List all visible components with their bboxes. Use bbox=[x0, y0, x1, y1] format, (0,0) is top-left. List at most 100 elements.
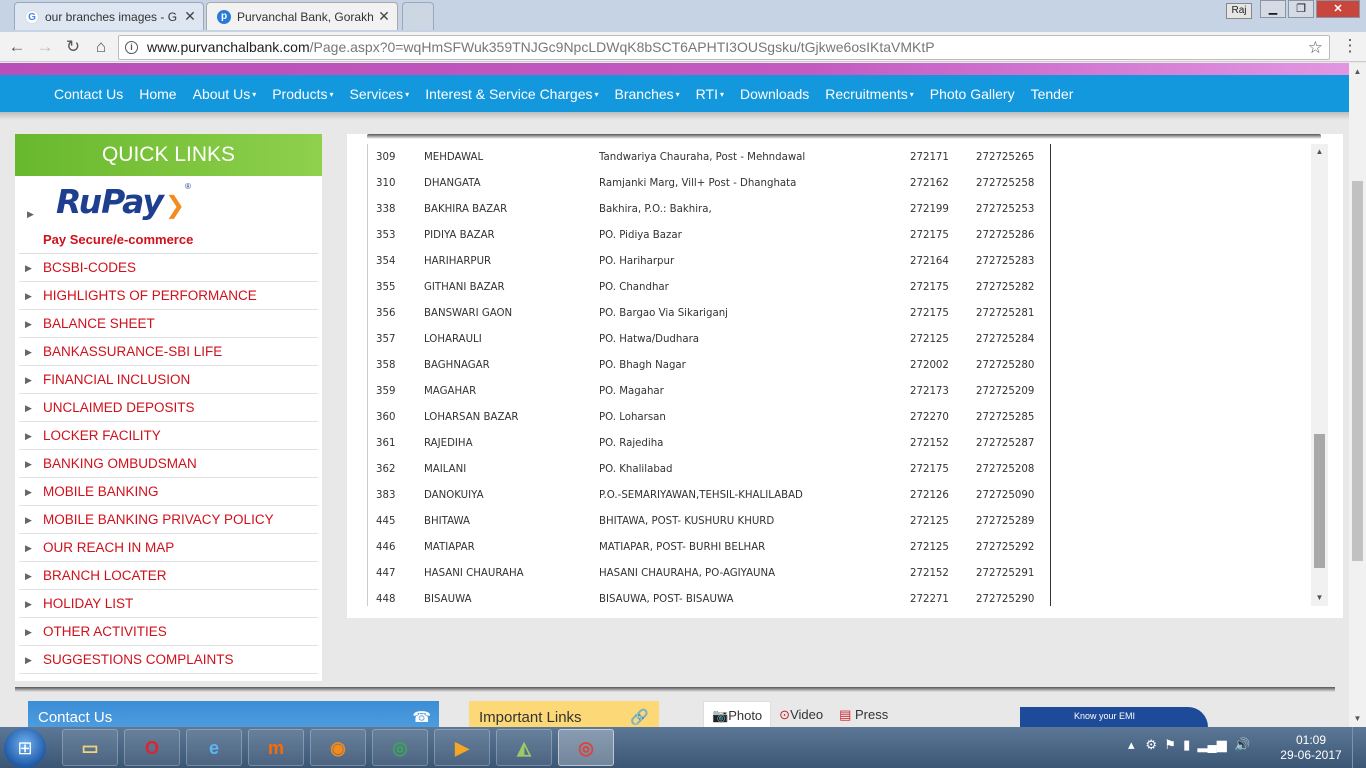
forward-icon[interactable]: → bbox=[34, 36, 56, 58]
branch-phone: 272725287 bbox=[976, 437, 1035, 449]
branch-phone: 272725209 bbox=[976, 385, 1035, 397]
firefox-icon[interactable]: ◉ bbox=[310, 729, 366, 766]
quick-link-item[interactable]: ▶ HOLIDAY LIST bbox=[19, 590, 318, 618]
nav-item-label: Recruitments bbox=[825, 85, 908, 102]
android-studio-icon[interactable]: ◭ bbox=[496, 729, 552, 766]
nav-item-recruitments[interactable]: Recruitments ▾ bbox=[817, 86, 921, 102]
scroll-down-icon[interactable]: ▼ bbox=[1311, 590, 1328, 606]
nav-item-home[interactable]: Home bbox=[131, 86, 184, 102]
new-tab-button[interactable] bbox=[402, 2, 434, 30]
quick-link-item[interactable]: ▶ SUGGESTIONS COMPLAINTS bbox=[19, 646, 318, 674]
tab-press[interactable]: ▤ Press bbox=[831, 701, 896, 727]
nav-item-contact-us[interactable]: Contact Us bbox=[46, 86, 131, 102]
branch-name: LOHARSAN BAZAR bbox=[424, 411, 519, 423]
arrow-right-icon: ▶ bbox=[25, 403, 32, 413]
nav-item-products[interactable]: Products ▾ bbox=[264, 86, 341, 102]
tab-google-search[interactable]: G our branches images - G ✕ bbox=[14, 2, 204, 30]
camera-icon: 📷 bbox=[712, 708, 729, 723]
info-icon[interactable]: i bbox=[125, 41, 138, 54]
nav-item-label: Services bbox=[349, 85, 404, 102]
show-desktop-button[interactable] bbox=[1352, 727, 1366, 768]
branch-address: BISAUWA, POST- BISAUWA bbox=[599, 593, 734, 605]
bookmark-star-icon[interactable]: ☆ bbox=[1308, 36, 1323, 59]
tab-photo[interactable]: 📷Photo bbox=[703, 701, 772, 727]
profile-button[interactable]: Raj bbox=[1226, 3, 1252, 19]
start-button[interactable]: ⊞ bbox=[4, 728, 46, 768]
nav-item-branches[interactable]: Branches ▾ bbox=[607, 86, 688, 102]
minimize-icon[interactable]: ▁ bbox=[1260, 0, 1286, 18]
caret-down-icon: ▾ bbox=[719, 90, 724, 100]
clock[interactable]: 01:09 29-06-2017 bbox=[1278, 733, 1344, 763]
address-bar[interactable]: i www.purvanchalbank.com/Page.aspx?0=wqH… bbox=[118, 35, 1330, 60]
branch-phone: 272725283 bbox=[976, 255, 1035, 267]
nav-item-label: Tender bbox=[1030, 85, 1074, 102]
scrollbar-thumb[interactable] bbox=[1352, 181, 1363, 561]
quick-link-item[interactable]: ▶ OUR REACH IN MAP bbox=[19, 534, 318, 562]
quick-link-item[interactable]: ▶ OTHER ACTIVITIES bbox=[19, 618, 318, 646]
tab-title: Purvanchal Bank, Gorakh bbox=[237, 9, 374, 24]
important-links-widget[interactable]: Important Links 🔗 bbox=[469, 701, 659, 727]
chrome-icon[interactable]: ◎ bbox=[372, 729, 428, 766]
quick-link-item[interactable]: ▶ BANKING OMBUDSMAN bbox=[19, 450, 318, 478]
rupay-link[interactable]: ▶ RuPay❯ ® Pay Secure/e-commerce bbox=[19, 176, 318, 254]
quick-link-item[interactable]: ▶ HIGHLIGHTS OF PERFORMANCE bbox=[19, 282, 318, 310]
nav-item-photo-gallery[interactable]: Photo Gallery bbox=[922, 86, 1023, 102]
scrollbar-thumb[interactable] bbox=[1314, 434, 1325, 568]
reload-icon[interactable]: ↻ bbox=[62, 36, 84, 58]
branch-pincode: 272152 bbox=[910, 567, 949, 579]
branch-phone: 272725265 bbox=[976, 151, 1035, 163]
rupay-caption[interactable]: Pay Secure/e-commerce bbox=[43, 232, 193, 247]
scroll-down-icon[interactable]: ▼ bbox=[1349, 710, 1366, 727]
chrome-active-icon[interactable]: ◎ bbox=[558, 729, 614, 766]
close-window-icon[interactable]: ✕ bbox=[1316, 0, 1360, 18]
quick-link-label: UNCLAIMED DEPOSITS bbox=[43, 400, 195, 415]
rupay-logo[interactable]: RuPay❯ bbox=[56, 182, 185, 221]
scroll-up-icon[interactable]: ▲ bbox=[1311, 144, 1328, 160]
branch-code: 361 bbox=[376, 437, 396, 449]
nav-item-services[interactable]: Services ▾ bbox=[341, 86, 417, 102]
tab-video[interactable]: ⊙Video bbox=[771, 701, 831, 727]
nav-item-tender[interactable]: Tender bbox=[1023, 86, 1082, 102]
close-tab-icon[interactable]: ✕ bbox=[181, 8, 199, 25]
mi-icon[interactable]: m bbox=[248, 729, 304, 766]
flag-icon[interactable]: ⚑ bbox=[1164, 737, 1176, 752]
signal-icon[interactable]: ▂▄▆ bbox=[1198, 737, 1227, 752]
branch-code: 309 bbox=[376, 151, 396, 163]
quick-link-item[interactable]: ▶ BANKASSURANCE-SBI LIFE bbox=[19, 338, 318, 366]
branch-name: MEHDAWAL bbox=[424, 151, 484, 163]
branch-table-scrollbar[interactable]: ▲ ▼ bbox=[1311, 144, 1328, 606]
scroll-up-icon[interactable]: ▲ bbox=[1349, 63, 1366, 80]
nav-item-about-us[interactable]: About Us ▾ bbox=[185, 86, 265, 102]
branch-pincode: 272175 bbox=[910, 307, 949, 319]
back-icon[interactable]: ← bbox=[6, 36, 28, 58]
quick-link-item[interactable]: ▶ BRANCH LOCATER bbox=[19, 562, 318, 590]
tab-purvanchal-bank[interactable]: p Purvanchal Bank, Gorakh ✕ bbox=[206, 2, 398, 30]
quick-link-item[interactable]: ▶ MOBILE BANKING bbox=[19, 478, 318, 506]
media-player-icon[interactable]: ▶ bbox=[434, 729, 490, 766]
arrow-right-icon: ▶ bbox=[25, 291, 32, 301]
quick-link-item[interactable]: ▶ MOBILE BANKING PRIVACY POLICY bbox=[19, 506, 318, 534]
volume-icon[interactable]: 🔊 bbox=[1234, 737, 1250, 752]
home-icon[interactable]: ⌂ bbox=[90, 36, 112, 58]
browser-menu-icon[interactable]: ⋮ bbox=[1340, 36, 1360, 58]
nav-item-rti[interactable]: RTI ▾ bbox=[688, 86, 732, 102]
restore-icon[interactable]: ❐ bbox=[1288, 0, 1314, 18]
close-tab-icon[interactable]: ✕ bbox=[375, 8, 393, 25]
quick-link-item[interactable]: ▶ FINANCIAL INCLUSION bbox=[19, 366, 318, 394]
opera-icon[interactable]: O bbox=[124, 729, 180, 766]
nav-item-interest-service-charges[interactable]: Interest & Service Charges ▾ bbox=[417, 86, 606, 102]
internet-explorer-icon[interactable]: e bbox=[186, 729, 242, 766]
page-scrollbar[interactable]: ▲ ▼ bbox=[1349, 63, 1366, 727]
nav-item-downloads[interactable]: Downloads bbox=[732, 86, 817, 102]
emi-calculator-banner[interactable]: Know your EMI bbox=[1020, 707, 1208, 727]
quick-link-item[interactable]: ▶ UNCLAIMED DEPOSITS bbox=[19, 394, 318, 422]
quick-link-item[interactable]: ▶ BCSBI-CODES bbox=[19, 254, 318, 282]
file-explorer-icon[interactable]: ▭ bbox=[62, 729, 118, 766]
quick-link-item[interactable]: ▶ LOCKER FACILITY bbox=[19, 422, 318, 450]
tray-expand-icon[interactable]: ▴ bbox=[1128, 737, 1135, 752]
quick-link-item[interactable]: ▶ BALANCE SHEET bbox=[19, 310, 318, 338]
battery-icon[interactable]: ▮ bbox=[1183, 737, 1190, 752]
network-icon[interactable]: ⚙ bbox=[1145, 737, 1157, 752]
arrow-right-icon: ▶ bbox=[25, 431, 32, 441]
contact-us-widget[interactable]: Contact Us ☎ bbox=[28, 701, 439, 727]
